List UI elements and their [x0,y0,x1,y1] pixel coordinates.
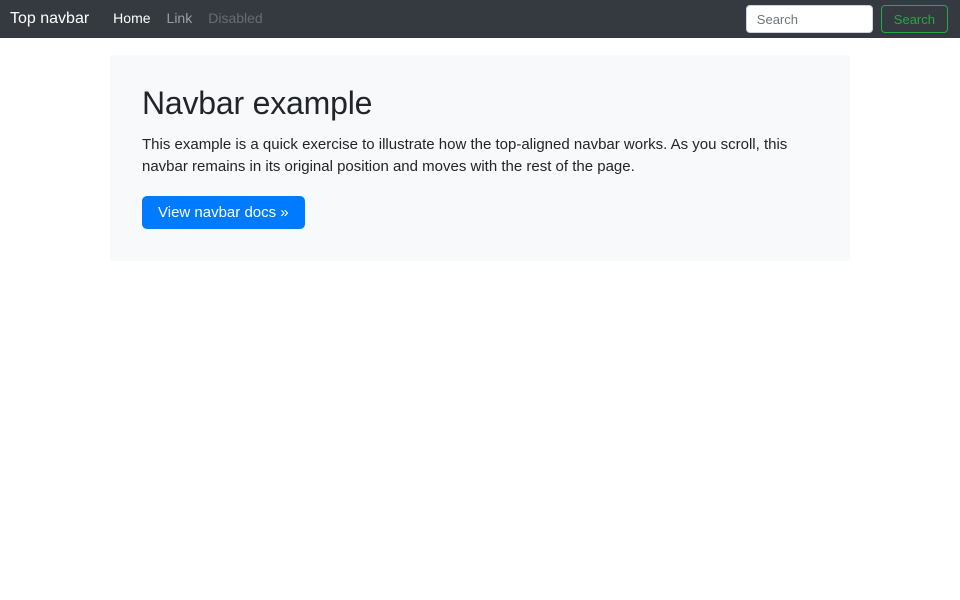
nav-link-home[interactable]: Home [105,10,158,26]
navbar-search-form: Search [745,5,948,33]
search-button[interactable]: Search [880,5,948,33]
page-description: This example is a quick exercise to illu… [142,136,788,175]
main-container: Navbar example This example is a quick e… [110,55,850,261]
top-navbar: Top navbar Home Link Disabled Search [0,0,960,38]
view-navbar-docs-button[interactable]: View navbar docs » [142,195,305,229]
nav-link-link[interactable]: Link [159,10,201,26]
nav-link-disabled: Disabled [208,10,263,26]
jumbotron: Navbar example This example is a quick e… [110,55,850,261]
page-title: Navbar example [142,85,373,121]
search-input[interactable] [745,5,873,33]
navbar-nav: Home Link Disabled [105,10,746,28]
navbar-brand[interactable]: Top navbar [10,10,89,28]
